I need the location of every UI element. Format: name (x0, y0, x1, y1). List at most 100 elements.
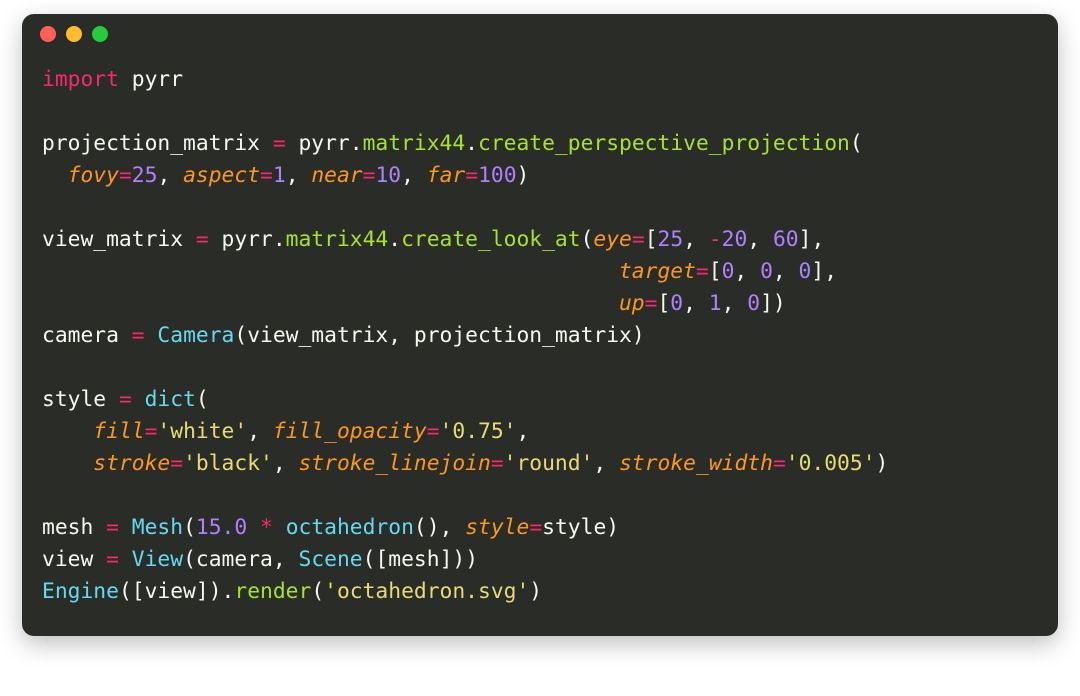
code-line: target=[0, 0, 0], (42, 256, 1038, 288)
kwarg: up (619, 291, 645, 316)
zoom-icon[interactable] (92, 26, 108, 42)
pad (42, 259, 619, 284)
op: = (106, 547, 119, 572)
kwarg: stroke_width (619, 451, 773, 476)
code-line: import pyrr (42, 64, 1038, 96)
op: * (260, 515, 273, 540)
code-line: Engine([view]).render('octahedron.svg') (42, 576, 1038, 608)
kwarg: stroke (93, 451, 170, 476)
var: projection_matrix (42, 131, 260, 156)
cls: Scene (299, 547, 363, 572)
num: 15.0 (196, 515, 247, 540)
code-line: fill='white', fill_opacity='0.75', (42, 416, 1038, 448)
op: = (170, 451, 183, 476)
code-window: import pyrr projection_matrix = pyrr. mat… (22, 14, 1058, 636)
num: 10 (375, 163, 401, 188)
code-line-blank (42, 192, 1038, 224)
op: = (427, 419, 440, 444)
close-icon[interactable] (40, 26, 56, 42)
punct: () (414, 515, 440, 540)
punct: , (773, 259, 799, 284)
num: 25 (132, 163, 158, 188)
op: = (132, 323, 145, 348)
ref: pyrr (222, 227, 273, 252)
punct: ] (799, 227, 812, 252)
punct: ) (773, 291, 786, 316)
code-line: camera = Camera(view_matrix, projection_… (42, 320, 1038, 352)
punct: ( (234, 323, 247, 348)
op: = (529, 515, 542, 540)
num: 60 (773, 227, 799, 252)
cls: Mesh (132, 515, 183, 540)
punct: , (247, 419, 273, 444)
punct: , (516, 419, 529, 444)
op: = (465, 163, 478, 188)
keyword-import: import (42, 67, 119, 92)
punct: ( (196, 387, 209, 412)
punct: , (157, 163, 183, 188)
code-line-blank (42, 96, 1038, 128)
kwarg: fill_opacity (273, 419, 427, 444)
arg: camera (196, 547, 273, 572)
punct: ] (811, 259, 824, 284)
kwarg: target (619, 259, 696, 284)
punct: . (350, 131, 363, 156)
punct: , (286, 163, 312, 188)
punct: ( (183, 515, 196, 540)
var: mesh (42, 515, 93, 540)
op: = (645, 291, 658, 316)
arg: view_matrix (247, 323, 388, 348)
str: 'black' (183, 451, 273, 476)
code-line: view = View(camera, Scene([mesh])) (42, 544, 1038, 576)
punct: , (440, 515, 466, 540)
cls: Engine (42, 579, 119, 604)
punct: , (273, 547, 299, 572)
op: = (273, 131, 286, 156)
punct: ) (517, 163, 530, 188)
arg: projection_matrix (414, 323, 632, 348)
kwarg: aspect (183, 163, 260, 188)
punct: , (824, 259, 837, 284)
op: = (696, 259, 709, 284)
punct: [ (709, 259, 722, 284)
punct: , (683, 227, 709, 252)
func: octahedron (286, 515, 414, 540)
window-titlebar (22, 14, 1058, 54)
op: = (145, 419, 158, 444)
punct: ([ (363, 547, 389, 572)
punct: ( (311, 579, 324, 604)
punct: . (465, 131, 478, 156)
op: = (106, 515, 119, 540)
punct: , (273, 451, 299, 476)
code-line-blank (42, 352, 1038, 384)
punct: , (388, 323, 414, 348)
num: 100 (478, 163, 516, 188)
indent (42, 451, 93, 476)
op: = (119, 387, 132, 412)
minimize-icon[interactable] (66, 26, 82, 42)
str: 'white' (157, 419, 247, 444)
ref: pyrr (298, 131, 349, 156)
num: 20 (722, 227, 748, 252)
punct: . (222, 579, 235, 604)
num: 25 (658, 227, 684, 252)
num: 0 (670, 291, 683, 316)
code-block: import pyrr projection_matrix = pyrr. mat… (22, 54, 1058, 636)
str: '0.005' (786, 451, 876, 476)
var: view_matrix (42, 227, 183, 252)
attr: matrix44 (286, 227, 389, 252)
module-name: pyrr (132, 67, 183, 92)
var: camera (42, 323, 119, 348)
str: 'round' (504, 451, 594, 476)
kwarg: near (311, 163, 362, 188)
var: style (42, 387, 106, 412)
punct: ] (760, 291, 773, 316)
func: create_look_at (401, 227, 581, 252)
kwarg: fill (93, 419, 144, 444)
arg: style (542, 515, 606, 540)
neg: - (709, 227, 722, 252)
punct: , (722, 291, 748, 316)
cls: View (132, 547, 183, 572)
op: = (491, 451, 504, 476)
punct: , (747, 227, 773, 252)
